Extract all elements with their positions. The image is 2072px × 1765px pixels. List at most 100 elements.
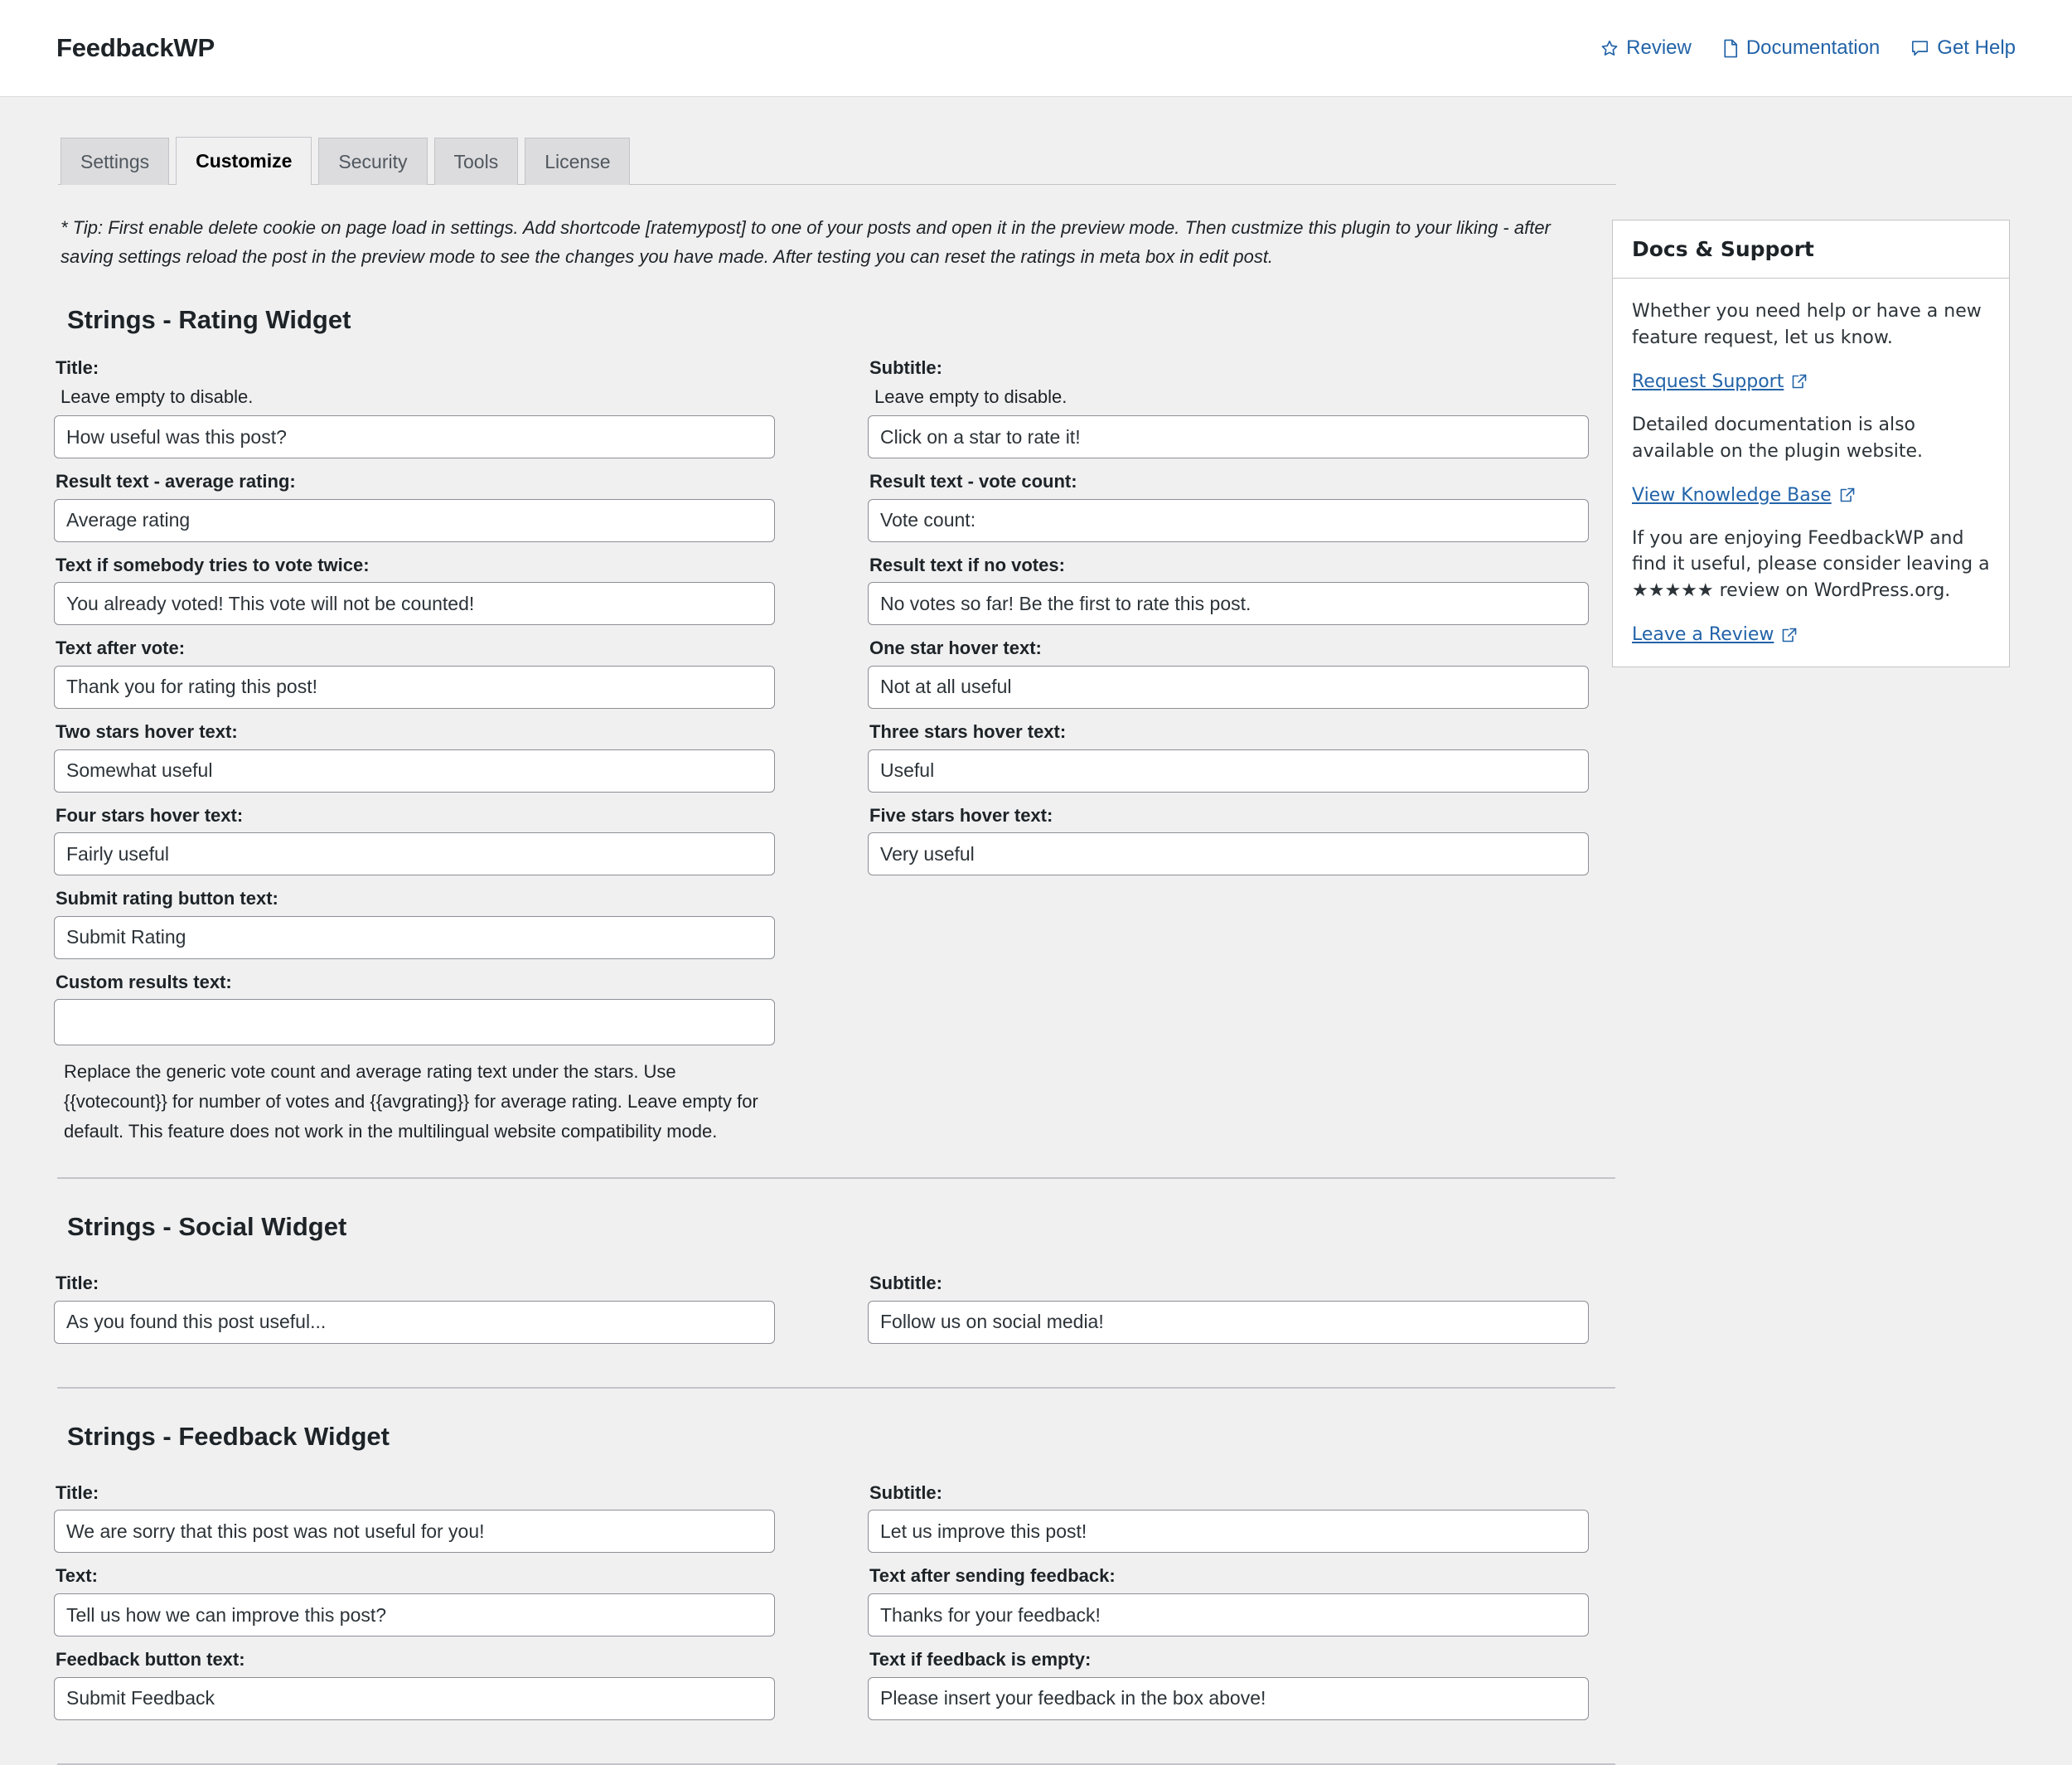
section-divider-rating — [57, 1177, 1615, 1180]
field-social-title: Title: — [54, 1272, 775, 1344]
header-link-get-help[interactable]: Get Help — [1910, 36, 2016, 60]
header-link-get-help-label: Get Help — [1937, 36, 2016, 59]
input-rating-vote-twice[interactable] — [54, 582, 775, 626]
rating-widget-grid: Title: Leave empty to disable. Result te… — [54, 356, 1612, 1146]
input-rating-vote-count[interactable] — [868, 498, 1589, 542]
input-feedback-text[interactable] — [54, 1593, 775, 1637]
label-rating-no-votes: Result text if no votes: — [869, 554, 1065, 575]
feedback-widget-left-column: Title: Text: Feedback button text: — [54, 1481, 775, 1732]
field-feedback-text: Text: — [54, 1564, 775, 1637]
label-rating-four-stars: Four stars hover text: — [56, 804, 244, 826]
label-social-title: Title: — [56, 1273, 99, 1294]
section-rating-widget: Strings - Rating Widget Title: Leave emp… — [54, 305, 1615, 1180]
field-rating-two-stars: Two stars hover text: — [54, 720, 775, 793]
rating-widget-right-column: Subtitle: Leave empty to disable. Result… — [868, 356, 1589, 1146]
docs-support-paragraph-1: Whether you need help or have a new feat… — [1632, 301, 1982, 348]
request-support-link-label: Request Support — [1632, 371, 1784, 392]
tab-bar: Settings Customize Security Tools Licens… — [58, 97, 1616, 185]
leave-a-review-link[interactable]: Leave a Review — [1632, 624, 1798, 645]
field-rating-title: Title: Leave empty to disable. — [54, 356, 775, 459]
label-rating-title: Title: — [56, 357, 99, 378]
input-feedback-title[interactable] — [54, 1510, 775, 1554]
section-divider-feedback — [57, 1763, 1615, 1765]
label-rating-average: Result text - average rating: — [56, 471, 296, 492]
label-rating-custom-results: Custom results text: — [56, 971, 232, 992]
field-feedback-subtitle: Subtitle: — [868, 1481, 1589, 1554]
input-rating-average[interactable] — [54, 498, 775, 542]
five-star-rating-icon: ★★★★★ — [1632, 580, 1714, 602]
view-knowledge-base-link[interactable]: View Knowledge Base — [1632, 485, 1856, 506]
section-divider-social — [57, 1386, 1615, 1389]
field-rating-five-stars: Five stars hover text: — [868, 804, 1589, 876]
input-rating-four-stars[interactable] — [54, 832, 775, 876]
view-knowledge-base-link-label: View Knowledge Base — [1632, 484, 1832, 506]
input-feedback-empty[interactable] — [868, 1676, 1589, 1720]
external-link-icon — [1839, 487, 1856, 503]
page-body: Settings Customize Security Tools Licens… — [0, 97, 2072, 1765]
field-rating-average: Result text - average rating: — [54, 470, 775, 542]
hint-rating-title: Leave empty to disable. — [61, 385, 254, 407]
field-feedback-title: Title: — [54, 1481, 775, 1554]
social-widget-grid: Title: Subtitle: — [54, 1272, 1612, 1355]
input-rating-custom-results[interactable] — [54, 999, 775, 1046]
label-feedback-subtitle: Subtitle: — [869, 1481, 942, 1503]
input-rating-title[interactable] — [54, 415, 775, 459]
label-feedback-button-text: Feedback button text: — [56, 1649, 245, 1670]
label-rating-five-stars: Five stars hover text: — [869, 804, 1053, 826]
tip-text: * Tip: First enable delete cookie on pag… — [61, 216, 1551, 268]
label-feedback-title: Title: — [56, 1481, 99, 1503]
field-feedback-after-send: Text after sending feedback: — [868, 1564, 1589, 1637]
field-social-subtitle: Subtitle: — [868, 1272, 1589, 1344]
header-link-review[interactable]: Review — [1600, 36, 1692, 60]
input-rating-one-star[interactable] — [868, 665, 1589, 709]
tab-security[interactable]: Security — [318, 138, 428, 185]
tab-license[interactable]: License — [525, 138, 631, 185]
input-rating-after-vote[interactable] — [54, 665, 775, 709]
tab-customize[interactable]: Customize — [176, 137, 312, 185]
section-title-feedback-widget: Strings - Feedback Widget — [67, 1421, 390, 1451]
docs-support-paragraph-3-post: review on WordPress.org. — [1713, 580, 1951, 602]
label-rating-vote-twice: Text if somebody tries to vote twice: — [56, 554, 370, 575]
input-social-title[interactable] — [54, 1300, 775, 1344]
field-rating-one-star: One star hover text: — [868, 637, 1589, 709]
header-link-documentation[interactable]: Documentation — [1722, 36, 1880, 60]
input-rating-no-votes[interactable] — [868, 582, 1589, 626]
social-widget-left-column: Title: — [54, 1272, 775, 1355]
docs-support-paragraph-2: Detailed documentation is also available… — [1632, 414, 1924, 462]
label-rating-two-stars: Two stars hover text: — [56, 720, 238, 742]
external-link-icon — [1781, 627, 1798, 643]
section-title-rating-widget: Strings - Rating Widget — [67, 305, 351, 334]
feedback-widget-right-column: Subtitle: Text after sending feedback: T… — [868, 1481, 1589, 1732]
label-rating-submit-button-text: Submit rating button text: — [56, 888, 278, 909]
leave-a-review-link-label: Leave a Review — [1632, 624, 1774, 646]
app-header: FeedbackWP Review Documentation Get Help — [0, 0, 2072, 97]
field-rating-after-vote: Text after vote: — [54, 637, 775, 709]
document-icon — [1722, 39, 1739, 58]
label-rating-vote-count: Result text - vote count: — [869, 471, 1077, 492]
rating-widget-left-column: Title: Leave empty to disable. Result te… — [54, 356, 775, 1146]
field-rating-no-votes: Result text if no votes: — [868, 554, 1589, 626]
field-rating-three-stars: Three stars hover text: — [868, 720, 1589, 793]
docs-support-paragraph-3-pre: If you are enjoying FeedbackWP and find … — [1632, 527, 1990, 575]
input-social-subtitle[interactable] — [868, 1300, 1589, 1344]
feedback-widget-grid: Title: Text: Feedback button text: Su — [54, 1481, 1612, 1732]
field-rating-four-stars: Four stars hover text: — [54, 804, 775, 876]
docs-support-card: Docs & Support Whether you need help or … — [1612, 220, 2010, 668]
external-link-icon — [1791, 373, 1808, 390]
input-rating-subtitle[interactable] — [868, 415, 1589, 459]
input-feedback-button-text[interactable] — [54, 1676, 775, 1720]
label-rating-one-star: One star hover text: — [869, 638, 1042, 659]
input-feedback-after-send[interactable] — [868, 1593, 1589, 1637]
section-feedback-widget: Strings - Feedback Widget Title: Text: F… — [54, 1421, 1615, 1765]
tab-settings[interactable]: Settings — [61, 138, 170, 185]
section-social-widget: Strings - Social Widget Title: Subtitle: — [54, 1212, 1615, 1389]
input-rating-three-stars[interactable] — [868, 749, 1589, 793]
input-rating-submit-button-text[interactable] — [54, 915, 775, 959]
field-feedback-empty: Text if feedback is empty: — [868, 1648, 1589, 1720]
input-rating-two-stars[interactable] — [54, 749, 775, 793]
request-support-link[interactable]: Request Support — [1632, 371, 1808, 392]
input-feedback-subtitle[interactable] — [868, 1510, 1589, 1554]
input-rating-five-stars[interactable] — [868, 832, 1589, 876]
tab-tools[interactable]: Tools — [433, 138, 519, 185]
label-rating-three-stars: Three stars hover text: — [869, 720, 1067, 742]
